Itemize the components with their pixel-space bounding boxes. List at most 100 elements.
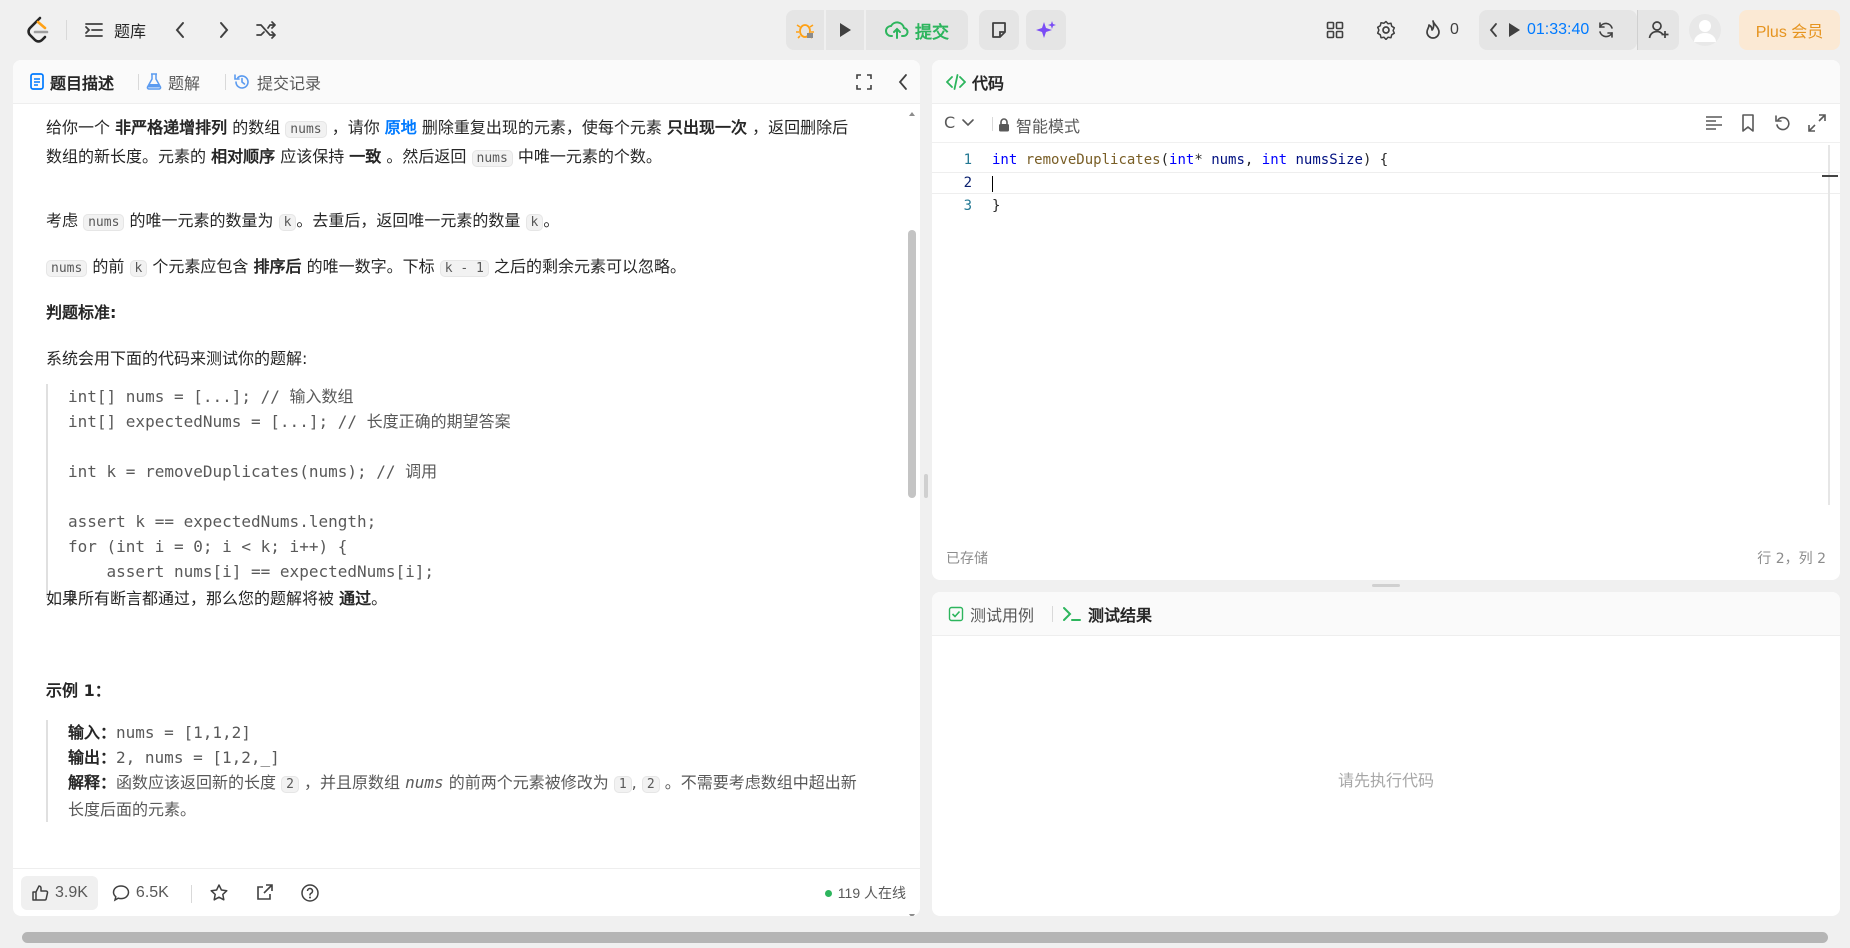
code-title: 代码 bbox=[946, 70, 1004, 94]
bold-text: 非严格递增排列 bbox=[115, 118, 228, 137]
next-problem-icon[interactable] bbox=[218, 14, 238, 46]
tab-submissions[interactable]: 提交记录 bbox=[233, 70, 321, 94]
page-scrollbar[interactable] bbox=[22, 932, 1828, 943]
tab-description[interactable]: 题目描述 bbox=[30, 70, 114, 94]
problem-tabs: 题目描述 题解 提交记录 bbox=[13, 60, 920, 104]
editor-line-active: 2 bbox=[932, 172, 1840, 194]
play-icon bbox=[837, 21, 853, 39]
bold-text: 排序后 bbox=[253, 257, 302, 276]
tab-description-label: 题目描述 bbox=[50, 73, 115, 93]
example-output: 输出：2, nums = [1,2,_] bbox=[68, 745, 866, 770]
tab-testcase-label: 测试用例 bbox=[970, 605, 1035, 625]
text: 的唯一数字。下标 bbox=[301, 257, 440, 276]
streak-counter[interactable]: 0 bbox=[1424, 14, 1459, 46]
submit-button[interactable]: 提交 bbox=[866, 10, 968, 50]
smart-mode[interactable]: 智能模式 bbox=[998, 113, 1080, 137]
divider bbox=[138, 74, 139, 90]
bold-text: 只出现一次 bbox=[667, 118, 748, 137]
comments-button[interactable]: 6.5K bbox=[102, 876, 179, 910]
tab-solutions[interactable]: 题解 bbox=[146, 70, 200, 94]
bug-icon bbox=[795, 20, 815, 40]
layout-icon[interactable] bbox=[1326, 14, 1346, 46]
shuffle-icon[interactable] bbox=[255, 14, 279, 46]
code-title-label: 代码 bbox=[972, 73, 1005, 93]
pass-text: 如果所有断言都通过，那么您的题解将被 通过。 bbox=[46, 585, 863, 612]
in-place-link[interactable]: 原地 bbox=[385, 118, 417, 137]
problem-list-button[interactable]: 题库 bbox=[84, 14, 146, 46]
timer-collapse-icon[interactable] bbox=[1483, 22, 1505, 38]
example-title: 示例 1： bbox=[46, 681, 111, 700]
gear-icon[interactable] bbox=[1376, 14, 1396, 46]
inline-code: nums bbox=[471, 150, 513, 167]
format-icon[interactable] bbox=[1705, 115, 1723, 131]
bold-text: 一致 bbox=[349, 147, 382, 166]
share-icon[interactable] bbox=[254, 883, 274, 903]
line-number: 1 bbox=[963, 152, 972, 168]
vertical-resize-handle[interactable] bbox=[1372, 584, 1400, 587]
submit-label: 提交 bbox=[915, 22, 949, 43]
help-icon[interactable] bbox=[300, 883, 320, 903]
inline-code: k - 1 bbox=[439, 260, 489, 277]
divider bbox=[225, 74, 226, 90]
tab-testcase[interactable]: 测试用例 bbox=[948, 602, 1034, 626]
run-button[interactable] bbox=[826, 10, 864, 50]
inline-code: 2 bbox=[281, 776, 299, 793]
divider bbox=[191, 885, 192, 903]
expand-icon[interactable] bbox=[1808, 114, 1826, 132]
problem-footer: 3.9K 6.5K 119 人在线 bbox=[13, 868, 920, 916]
description-scrollbar[interactable] bbox=[906, 110, 918, 916]
text: 中唯一元素的个数。 bbox=[512, 147, 662, 166]
online-text: 119 人在线 bbox=[837, 885, 906, 901]
panel-resize-handle[interactable] bbox=[924, 474, 928, 498]
bookmark-icon[interactable] bbox=[1741, 114, 1755, 132]
invite-button[interactable] bbox=[1637, 10, 1679, 50]
star-icon[interactable] bbox=[209, 883, 229, 903]
code-editor[interactable]: 1 int removeDuplicates(int* nums, int nu… bbox=[932, 145, 1840, 520]
text: 应该保持 bbox=[275, 147, 350, 166]
line-number: 3 bbox=[963, 198, 972, 214]
text: ，并且原数组 bbox=[298, 773, 406, 792]
avatar[interactable] bbox=[1688, 13, 1722, 47]
editor-line: 1 int removeDuplicates(int* nums, int nu… bbox=[932, 149, 1389, 171]
text: 的唯一元素的数量为 bbox=[124, 211, 279, 230]
code-line: assert nums[i] == expectedNums[i]; bbox=[68, 562, 435, 581]
fullscreen-icon[interactable] bbox=[855, 73, 873, 91]
inline-code: 1 bbox=[613, 776, 632, 793]
paragraph-2: 考虑 nums 的唯一元素的数量为 k 。去重后，返回唯一元素的数量 k。 bbox=[46, 207, 863, 236]
like-count: 3.9K bbox=[55, 883, 88, 901]
inline-code: k bbox=[525, 214, 544, 231]
sparkle-icon bbox=[1035, 19, 1057, 41]
judge-title: 判题标准: bbox=[46, 303, 117, 322]
problem-panel: 题目描述 题解 提交记录 给你一个 非严格递增排列 的数组 nums ，请你 原… bbox=[13, 60, 920, 916]
leetcode-logo-icon[interactable] bbox=[22, 14, 54, 46]
reset-timer-icon[interactable] bbox=[1595, 21, 1617, 39]
collapse-panel-icon[interactable] bbox=[898, 73, 908, 91]
timer-text: 01:33:40 bbox=[1527, 21, 1590, 38]
editor-scrollbar[interactable] bbox=[1828, 145, 1830, 505]
prev-problem-icon[interactable] bbox=[174, 14, 194, 46]
ai-assistant-button[interactable] bbox=[1026, 10, 1066, 50]
inline-code: 2 bbox=[641, 776, 660, 793]
code-toolbar: C 智能模式 bbox=[932, 105, 1840, 143]
library-label: 题库 bbox=[114, 22, 147, 41]
note-button[interactable] bbox=[979, 10, 1019, 50]
flask-icon bbox=[146, 73, 162, 90]
explain-label: 解释： bbox=[68, 773, 117, 792]
chevron-down-icon bbox=[961, 118, 975, 128]
reset-code-icon[interactable] bbox=[1774, 114, 1792, 132]
debug-button[interactable] bbox=[786, 10, 824, 50]
online-dot bbox=[824, 889, 832, 897]
language-select[interactable]: C bbox=[944, 113, 975, 132]
tab-test-result[interactable]: 测试结果 bbox=[1062, 602, 1152, 626]
timer-play-icon[interactable] bbox=[1505, 22, 1523, 38]
tab-submissions-label: 提交记录 bbox=[257, 73, 322, 93]
example-input: 输入：nums = [1,1,2] bbox=[68, 720, 866, 745]
divider bbox=[992, 117, 993, 131]
like-button[interactable]: 3.9K bbox=[21, 875, 98, 910]
plus-member-button[interactable]: Plus 会员 bbox=[1739, 10, 1840, 50]
text: 的前两个元素被修改为 bbox=[443, 773, 614, 792]
bold-text: 相对顺序 bbox=[211, 147, 276, 166]
inline-code: nums bbox=[285, 121, 327, 138]
inline-code: nums bbox=[46, 260, 88, 277]
